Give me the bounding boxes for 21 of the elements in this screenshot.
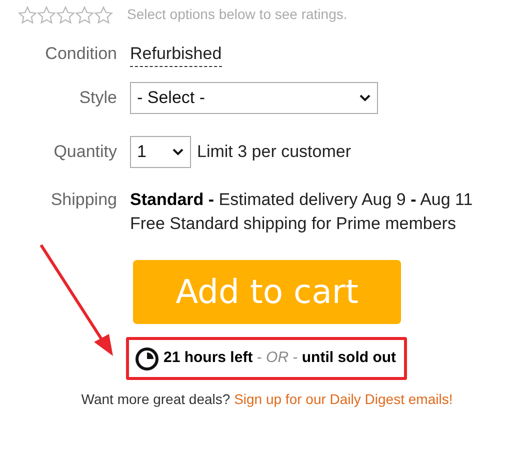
clock-icon <box>134 346 158 370</box>
option-label: Style <box>78 87 117 109</box>
shipping-line: Free Standard shipping for Prime members <box>130 213 457 235</box>
quantity-select[interactable]: 1 <box>130 136 191 168</box>
star-icon <box>18 6 37 24</box>
star-icon <box>37 6 56 24</box>
limit-note: Limit 3 per customer <box>197 141 351 164</box>
star-icon <box>75 6 94 24</box>
star-icon <box>56 6 75 24</box>
chevron-down-icon <box>172 148 184 156</box>
option-label: Condition <box>44 43 117 65</box>
option-label: Quantity <box>52 141 117 163</box>
style-select[interactable]: - Select - <box>130 82 378 114</box>
star-icon <box>94 6 113 24</box>
footer-text: Want more great deals? Sign up for our Daily Digest emails! <box>80 390 454 409</box>
option-label: Shipping <box>50 189 117 211</box>
condition-value: Refurbished <box>130 42 222 67</box>
chevron-down-icon <box>359 94 371 102</box>
shipping-line: Standard - Estimated delivery Aug 9 - Aug 11 <box>130 189 473 211</box>
rating-note: Select options below to see ratings. <box>127 5 348 24</box>
timer-text: 21 hours left - OR - until sold out <box>164 348 396 368</box>
